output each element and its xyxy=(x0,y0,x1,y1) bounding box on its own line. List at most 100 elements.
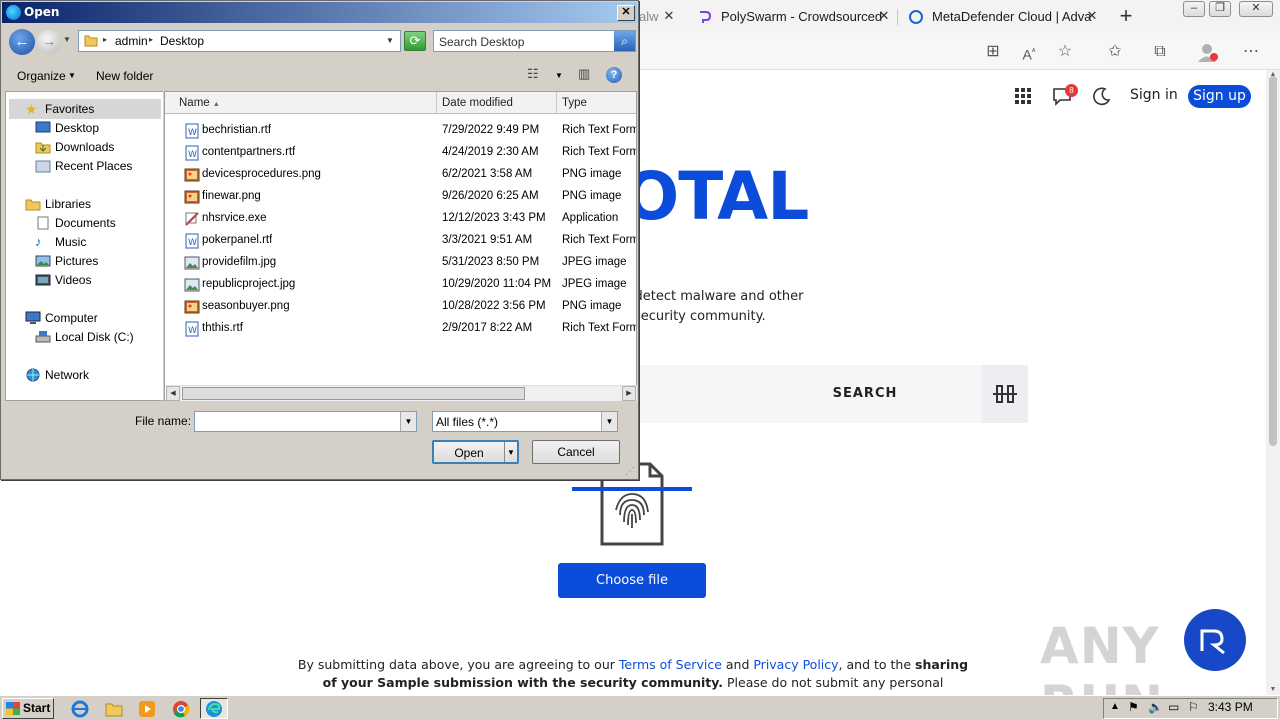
add-favorite-icon[interactable]: ☆ xyxy=(1054,41,1076,63)
nav-downloads[interactable]: Downloads xyxy=(35,140,114,154)
breadcrumb-admin[interactable]: admin xyxy=(115,34,148,48)
file-row[interactable]: Wththis.rtf 2/9/2017 8:22 AM Rich Text For… xyxy=(165,318,636,340)
sign-in-link[interactable]: Sign in xyxy=(1130,87,1178,103)
scroll-thumb[interactable] xyxy=(1269,76,1277,446)
nav-recent-places[interactable]: Recent Places xyxy=(35,159,132,173)
minimize-button[interactable]: – xyxy=(1183,1,1205,17)
file-row[interactable]: providefilm.jpg 5/31/2023 8:50 PM JPEG ima… xyxy=(165,252,636,274)
taskbar-media-player[interactable] xyxy=(133,698,161,719)
privacy-policy-link[interactable]: Privacy Policy xyxy=(753,657,838,672)
nav-documents[interactable]: Documents xyxy=(35,216,116,230)
back-button[interactable]: ← xyxy=(9,29,35,55)
organize-menu[interactable]: Organize xyxy=(17,69,66,83)
file-row[interactable]: Wcontentpartners.rtf 4/24/2019 2:30 AM Ric… xyxy=(165,142,636,164)
file-row[interactable]: seasonbuyer.png 10/28/2022 3:56 PM PNG ima… xyxy=(165,296,636,318)
search-button[interactable]: SEARCH xyxy=(820,380,910,408)
nav-local-disk[interactable]: Local Disk (C:) xyxy=(35,330,134,344)
address-dropdown-icon[interactable]: ▼ xyxy=(386,36,394,45)
resize-grip-icon[interactable]: ⋰ xyxy=(625,466,637,478)
flag-icon[interactable]: ⚐ xyxy=(1188,700,1199,714)
volume-icon[interactable]: 🔈 xyxy=(1148,700,1163,714)
view-dropdown-icon[interactable]: ▼ xyxy=(555,71,563,80)
action-center-icon[interactable]: ⚑ xyxy=(1128,700,1139,714)
page-scrollbar[interactable]: ▲ ▼ xyxy=(1266,70,1280,695)
new-tab-button[interactable]: + xyxy=(1113,4,1139,30)
search-desktop-input[interactable]: Search Desktop ⌕ xyxy=(433,30,636,52)
nav-network[interactable]: Network xyxy=(25,368,89,382)
taskbar-explorer[interactable] xyxy=(100,698,128,719)
file-name-input[interactable]: ▼ xyxy=(194,411,417,432)
scroll-left-icon[interactable]: ◀ xyxy=(166,386,180,401)
cancel-button[interactable]: Cancel xyxy=(532,440,620,464)
taskbar-edge[interactable] xyxy=(200,698,228,719)
choose-file-button[interactable]: Choose file xyxy=(558,563,706,598)
apps-grid-icon[interactable] xyxy=(1013,86,1033,106)
tab-metadefender[interactable]: MetaDefender Cloud | Adva ✕ xyxy=(906,0,1106,33)
breadcrumb-desktop[interactable]: Desktop xyxy=(160,34,204,48)
tray-expand-icon[interactable]: ▲ xyxy=(1110,701,1120,712)
file-row[interactable]: finewar.png 9/26/2020 6:25 AM PNG image xyxy=(165,186,636,208)
organize-dropdown-icon[interactable]: ▼ xyxy=(68,71,76,80)
sign-up-button[interactable]: Sign up xyxy=(1188,85,1251,108)
column-name[interactable]: Name ▲ xyxy=(165,92,437,114)
dialog-close-button[interactable]: ✕ xyxy=(617,5,635,21)
network-tray-icon[interactable]: ▭ xyxy=(1168,700,1179,714)
taskbar-ie[interactable] xyxy=(66,698,94,719)
file-row[interactable]: nhsrvice.exe 12/12/2023 3:43 PM Applicatio… xyxy=(165,208,636,230)
horizontal-scrollbar[interactable]: ◀ ▶ xyxy=(166,385,637,401)
preview-pane-icon[interactable]: ▥ xyxy=(578,66,590,82)
collections-icon[interactable]: ⧉ xyxy=(1149,41,1171,63)
nav-music[interactable]: ♪ Music xyxy=(35,235,86,250)
start-button[interactable]: Start xyxy=(2,698,54,719)
taskbar-clock[interactable]: 3:43 PM xyxy=(1208,700,1253,714)
nav-favorites[interactable]: ★ Favorites xyxy=(25,102,94,116)
tab-close-icon[interactable]: ✕ xyxy=(876,8,892,24)
nav-libraries[interactable]: Libraries xyxy=(25,197,91,211)
nav-desktop[interactable]: Desktop xyxy=(35,121,99,135)
dialog-title-bar[interactable]: Open xyxy=(2,2,637,23)
breadcrumb-arrow-icon[interactable]: ▸ xyxy=(149,35,153,44)
file-row[interactable]: republicproject.jpg 10/29/2020 11:04 PM JP… xyxy=(165,274,636,296)
recent-locations-icon[interactable]: ▼ xyxy=(63,35,71,44)
forward-button[interactable]: → xyxy=(37,30,61,54)
column-date-modified[interactable]: Date modified xyxy=(437,92,557,114)
close-window-button[interactable]: ✕ xyxy=(1239,1,1273,17)
new-folder-button[interactable]: New folder xyxy=(96,69,153,83)
help-icon[interactable]: ? xyxy=(606,67,622,83)
open-dropdown-icon[interactable]: ▼ xyxy=(507,442,515,464)
file-row[interactable]: Wpokerpanel.rtf 3/3/2021 9:51 AM Rich Text… xyxy=(165,230,636,252)
profile-avatar[interactable] xyxy=(1196,41,1218,63)
terms-of-service-link[interactable]: Terms of Service xyxy=(619,657,722,672)
file-row[interactable]: devicesprocedures.png 6/2/2021 3:58 AM PNG… xyxy=(165,164,636,186)
tab-close-icon[interactable]: ✕ xyxy=(661,8,677,24)
advanced-search-button[interactable] xyxy=(982,365,1028,423)
file-row[interactable]: Wbechristian.rtf 7/29/2022 9:49 PM Rich Te… xyxy=(165,120,636,142)
tab-virustotal[interactable]: alw ✕ xyxy=(639,0,683,33)
nav-pictures[interactable]: Pictures xyxy=(35,254,98,268)
scroll-thumb[interactable] xyxy=(182,387,525,400)
tab-close-icon[interactable]: ✕ xyxy=(1084,8,1100,24)
apps-icon[interactable]: ⊞ xyxy=(982,41,1004,63)
dark-mode-icon[interactable] xyxy=(1092,86,1112,106)
refresh-button[interactable]: ⟳ xyxy=(404,31,426,51)
maximize-button[interactable]: ❐ xyxy=(1209,1,1231,17)
column-header-row: Name ▲ Date modified Type xyxy=(165,92,636,114)
nav-videos[interactable]: Videos xyxy=(35,273,91,287)
nav-computer[interactable]: Computer xyxy=(25,311,98,325)
read-aloud-icon[interactable]: Aᴬ xyxy=(1018,41,1040,63)
column-type[interactable]: Type xyxy=(557,92,636,114)
open-button[interactable]: Open ▼ xyxy=(432,440,519,464)
file-type-select[interactable]: All files (*.*) ▼ xyxy=(432,411,618,432)
file-name-dropdown-icon[interactable]: ▼ xyxy=(400,412,416,431)
view-options-icon[interactable]: ☷ xyxy=(527,66,539,82)
address-bar[interactable]: ▸ admin ▸ Desktop ▼ xyxy=(78,30,401,52)
scroll-right-icon[interactable]: ▶ xyxy=(622,386,636,401)
tab-polyswarm[interactable]: PolySwarm - Crowdsourced ✕ xyxy=(693,0,898,33)
rtf-icon: W xyxy=(184,321,200,337)
taskbar-chrome[interactable] xyxy=(167,698,195,719)
file-type-dropdown-icon[interactable]: ▼ xyxy=(601,412,617,431)
start-label: Start xyxy=(23,701,51,715)
search-icon[interactable]: ⌕ xyxy=(614,31,635,51)
favorites-icon[interactable]: ✩ xyxy=(1104,41,1126,63)
more-menu-icon[interactable]: ⋯ xyxy=(1240,41,1262,63)
